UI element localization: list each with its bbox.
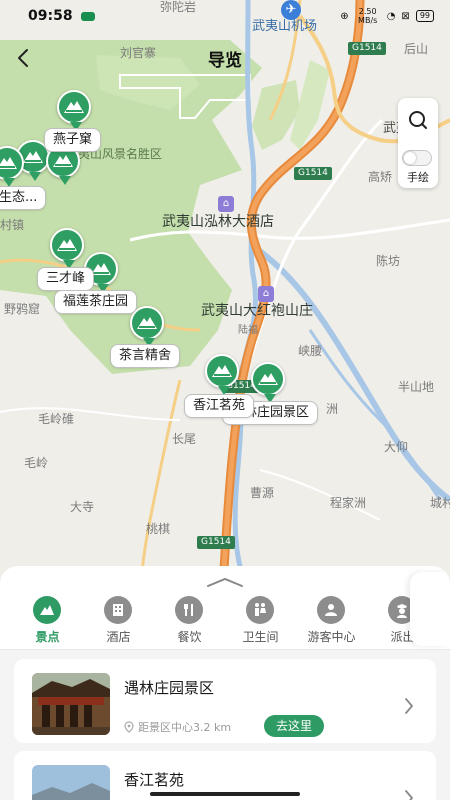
vibrate-icon: ⊕ [340, 10, 349, 22]
scenic-marker[interactable] [0, 146, 26, 187]
map-label: 毛岭 [24, 456, 49, 470]
battery-icon: 99 [415, 10, 434, 22]
category-label: 酒店 [106, 630, 131, 644]
category-label: 卫生间 [242, 630, 279, 644]
page-title: 导览 [208, 51, 242, 71]
scenic-marker[interactable] [251, 362, 287, 403]
map-label: 陆福 [238, 325, 258, 336]
search-icon [409, 111, 427, 129]
callout-xiangjiang[interactable]: 香江茗苑 [184, 394, 255, 418]
poi-distance-text: 距景区中心3.2 km [138, 721, 232, 734]
road-badge: G1514 [294, 167, 332, 180]
scenic-icon [33, 596, 61, 624]
category-visitor-center[interactable]: 游客中心 [296, 594, 367, 646]
mountain-icon [23, 151, 43, 163]
map-label: 曹源 [250, 486, 275, 500]
hotel-icon[interactable]: ⌂ [218, 196, 234, 212]
scenic-marker[interactable] [57, 90, 93, 131]
map-label: 野鸦窟 [4, 302, 41, 316]
map-label: 城村 [430, 496, 450, 510]
map-label: 村镇 [0, 218, 25, 232]
poi-thumbnail [32, 673, 110, 735]
status-bar: 09:58 ⊕ 2.50 MB/s ◔ ⊠ 99 [0, 0, 450, 32]
map-label: 高矫 [368, 170, 393, 184]
map-label: 陈坊 [376, 254, 401, 268]
net-speed: 2.50 MB/s [358, 7, 378, 25]
poi-distance: 距景区中心3.2 km [124, 719, 231, 735]
notification-icon [80, 11, 95, 21]
restroom-icon [246, 596, 274, 624]
poi-card[interactable]: 遇林庄园景区 距景区中心3.2 km 去这里 [14, 659, 436, 743]
go-here-button[interactable]: 去这里 [264, 715, 325, 737]
mountain-icon [91, 263, 111, 275]
map-label: 峡腰 [298, 344, 323, 358]
map-label: 程家洲 [330, 496, 367, 510]
mountain-icon [212, 365, 232, 377]
callout-yanziku[interactable]: 燕子窠 [44, 128, 102, 152]
category-label: 景点 [35, 630, 60, 644]
callout-sancaifeng[interactable]: 三才峰 [37, 267, 95, 291]
bottom-sheet: 景点 酒店 餐饮 卫生间 游客中心 派出 遇林庄园景区 距景区中心3.2 km … [0, 566, 450, 800]
poi-thumbnail [32, 765, 110, 800]
category-tabs: 景点 酒店 餐饮 卫生间 游客中心 派出 [12, 594, 416, 646]
scenic-marker[interactable] [50, 228, 86, 269]
map-label-hotel: 武夷山泓林大酒店 [162, 214, 274, 230]
category-dining[interactable]: 餐饮 [154, 594, 225, 646]
hotel-icon [104, 596, 132, 624]
map-label: 长尾 [172, 432, 197, 446]
mountain-icon [0, 157, 17, 169]
callout-chayan[interactable]: 茶言精舍 [110, 344, 181, 368]
mountain-icon [53, 155, 73, 167]
map-label: 洲 [326, 402, 339, 416]
poi-name: 遇林庄园景区 [124, 679, 215, 697]
mountain-icon [137, 317, 157, 329]
chevron-right-icon[interactable] [404, 789, 414, 800]
chevron-up-icon[interactable] [206, 576, 244, 588]
category-label: 游客中心 [307, 630, 356, 644]
mountain-icon [258, 373, 278, 385]
callout-fulian[interactable]: 福莲茶庄园 [54, 290, 138, 314]
mountain-icon [64, 101, 84, 113]
map-view[interactable]: ✈ G1514 G1514 G1514 G1514 弥陀岩 武夷山机场 后山 刘… [0, 0, 450, 600]
map-label: 大寺 [70, 500, 95, 514]
map-tools: 手绘 [398, 98, 438, 188]
hand-drawn-label: 手绘 [407, 171, 429, 184]
map-label: 半山地 [398, 380, 435, 394]
status-time: 09:58 [28, 8, 73, 24]
search-button[interactable] [398, 102, 438, 138]
home-indicator [150, 792, 300, 796]
category-restroom[interactable]: 卫生间 [225, 594, 296, 646]
divider [0, 649, 450, 650]
category-label: 餐饮 [177, 630, 202, 644]
hand-drawn-toggle[interactable]: 手绘 [398, 144, 438, 184]
callout-shengtai[interactable]: 生态... [0, 186, 47, 210]
chevron-right-icon[interactable] [404, 697, 414, 715]
map-label: 大仰 [384, 440, 409, 454]
wifi-icon: ◔ [386, 10, 396, 22]
hotel-icon[interactable]: ⌂ [258, 286, 274, 302]
map-label-hotel: 武夷山大红袍山庄 [201, 303, 313, 319]
scenic-marker[interactable] [130, 306, 166, 347]
category-scroll-edge [410, 572, 450, 646]
header: 导览 [0, 38, 450, 78]
dining-icon [175, 596, 203, 624]
category-bar: 景点 酒店 餐饮 卫生间 游客中心 派出 [0, 566, 450, 650]
category-hotel[interactable]: 酒店 [83, 594, 154, 646]
category-scenic[interactable]: 景点 [12, 594, 83, 646]
poi-name: 香江茗苑 [124, 771, 185, 789]
map-label: 桃棋 [146, 522, 171, 536]
toggle-switch[interactable] [402, 150, 432, 166]
road-badge: G1514 [197, 536, 235, 549]
location-pin-icon [124, 721, 134, 733]
scenic-marker[interactable] [205, 354, 241, 395]
sim-icon: ⊠ [401, 10, 410, 22]
map-label: 毛岭碓 [38, 412, 75, 426]
visitor-center-icon [317, 596, 345, 624]
mountain-icon [57, 239, 77, 251]
battery-level: 99 [419, 11, 430, 20]
